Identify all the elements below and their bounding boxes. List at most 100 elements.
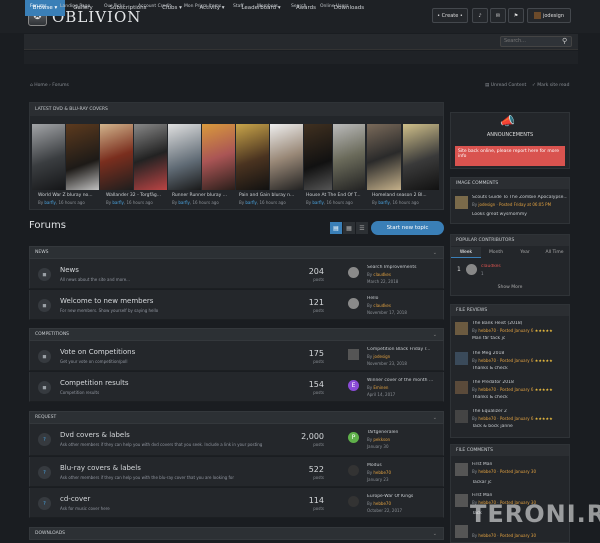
category-header-request[interactable]: REQUEST ⌄ bbox=[29, 411, 444, 424]
breadcrumb-home[interactable]: Home bbox=[34, 83, 47, 88]
file-review-title[interactable]: The Bank Heist (2018) bbox=[472, 321, 522, 326]
subtab-online-users[interactable]: Online Users bbox=[320, 0, 349, 13]
last-post-title[interactable]: Tårtgeneralen bbox=[367, 430, 442, 435]
file-review-title[interactable]: The Meg 2018 bbox=[472, 351, 504, 356]
cover-image[interactable] bbox=[236, 124, 269, 190]
forum-row[interactable]: ◼ Vote on Competitions Get your vote on … bbox=[29, 341, 444, 371]
tab-year[interactable]: Year bbox=[511, 247, 539, 258]
forum-title[interactable]: Blu-ray covers & labels bbox=[60, 464, 141, 472]
file-thumbnail[interactable] bbox=[455, 494, 468, 507]
cover-caption[interactable]: Runner Runner bluray ... bbox=[172, 193, 227, 198]
show-more-link[interactable]: Show More bbox=[450, 285, 570, 290]
tab-week[interactable]: Week bbox=[451, 247, 481, 258]
avatar[interactable] bbox=[348, 465, 359, 476]
cover-image[interactable] bbox=[66, 124, 99, 190]
subtab-forums[interactable]: Forums bbox=[30, 0, 47, 13]
subtab-our-picks[interactable]: Our Picks bbox=[104, 0, 125, 13]
last-post-title[interactable]: Hello bbox=[367, 296, 442, 301]
image-thumbnail[interactable] bbox=[455, 196, 468, 209]
file-thumbnail[interactable] bbox=[455, 525, 468, 538]
list-view-icon[interactable]: ☰ bbox=[356, 222, 368, 234]
start-new-topic-button[interactable]: Start new topic bbox=[371, 221, 444, 235]
file-thumbnail[interactable] bbox=[455, 381, 468, 394]
avatar[interactable] bbox=[348, 496, 359, 507]
last-post-title[interactable]: Search Improvements bbox=[367, 265, 442, 270]
chevron-down-icon[interactable]: ⌄ bbox=[433, 415, 437, 421]
last-post-title[interactable]: Modus bbox=[367, 463, 442, 468]
chevron-down-icon[interactable]: ⌄ bbox=[433, 332, 437, 338]
forum-title[interactable]: Welcome to new members bbox=[60, 297, 153, 305]
cover-image[interactable] bbox=[333, 124, 365, 190]
avatar[interactable] bbox=[348, 267, 359, 278]
forum-row[interactable]: ◼ Competition results Competition result… bbox=[29, 372, 444, 402]
cover-caption[interactable]: House At The End Of T... bbox=[306, 193, 361, 198]
cover-caption[interactable]: Homeland season 2 Bl... bbox=[372, 193, 427, 198]
cover-image[interactable] bbox=[304, 124, 332, 190]
subtab-mon-prism-items[interactable]: Mon Prism Items bbox=[184, 0, 221, 13]
cover-image[interactable] bbox=[32, 124, 65, 190]
file-thumbnail[interactable] bbox=[455, 410, 468, 423]
cover-image[interactable] bbox=[134, 124, 167, 190]
subtab-account-credit[interactable]: Account Credit bbox=[138, 0, 171, 13]
create-button[interactable]: • Create • bbox=[432, 8, 468, 23]
avatar[interactable]: P bbox=[348, 432, 359, 443]
last-post-title[interactable]: Europe-War Of Kings bbox=[367, 494, 442, 499]
subtab-staff[interactable]: Staff bbox=[233, 0, 243, 13]
tab-month[interactable]: Month bbox=[482, 247, 510, 258]
forum-title[interactable]: Competition results bbox=[60, 379, 129, 387]
cover-image[interactable] bbox=[168, 124, 201, 190]
grid-view-icon[interactable]: ▦ bbox=[343, 222, 355, 234]
avatar[interactable] bbox=[466, 264, 477, 275]
cover-image[interactable] bbox=[270, 124, 303, 190]
last-post-title[interactable]: Winner cover of the month ... bbox=[367, 378, 442, 383]
forum-title[interactable]: cd-cover bbox=[60, 495, 90, 503]
reports-flag-icon[interactable]: ⚑ bbox=[508, 8, 524, 23]
forum-row[interactable]: ? cd-cover Ask for music cover here 114 … bbox=[29, 488, 444, 518]
avatar[interactable] bbox=[348, 298, 359, 309]
tab-all-time[interactable]: All Time bbox=[540, 247, 569, 258]
subtab-landing-page[interactable]: Landing Page bbox=[60, 0, 90, 13]
forum-row[interactable]: ◼ News All news about the site and more.… bbox=[29, 259, 444, 289]
mark-site-read-link[interactable]: ✓ Mark site read bbox=[532, 83, 569, 88]
forum-title[interactable]: Dvd covers & labels bbox=[60, 431, 130, 439]
announcement-alert[interactable]: Site back online, please report here for… bbox=[455, 146, 565, 166]
file-review-title[interactable]: The Predator 2018 bbox=[472, 380, 514, 385]
file-thumbnail[interactable] bbox=[455, 352, 468, 365]
forum-row[interactable]: ? Blu-ray covers & labels Ask other memb… bbox=[29, 457, 444, 487]
category-header-news[interactable]: NEWS ⌄ bbox=[29, 246, 444, 259]
chevron-down-icon[interactable]: ⌄ bbox=[433, 531, 437, 537]
avatar[interactable]: E bbox=[348, 380, 359, 391]
messages-icon[interactable]: ✉ bbox=[490, 8, 506, 23]
chevron-down-icon[interactable]: ⌄ bbox=[433, 250, 437, 256]
cover-image[interactable] bbox=[202, 124, 235, 190]
cover-image[interactable] bbox=[403, 124, 439, 190]
subtab-search[interactable]: Search bbox=[291, 0, 306, 13]
forum-row[interactable]: ◼ Welcome to new members For new members… bbox=[29, 290, 444, 320]
cover-caption[interactable]: Wallander 32 - Torgfäg... bbox=[106, 193, 161, 198]
file-thumbnail[interactable] bbox=[455, 322, 468, 335]
category-header-downloads[interactable]: DOWNLOADS ⌄ bbox=[29, 527, 444, 540]
notifications-bell-icon[interactable]: ♪ bbox=[472, 8, 488, 23]
user-menu[interactable]: jodesign bbox=[527, 8, 571, 23]
subtab-members[interactable]: Members bbox=[257, 0, 278, 13]
search-icon[interactable]: ⚲ bbox=[562, 37, 567, 45]
file-comment-title[interactable]: First Man bbox=[472, 462, 492, 467]
forum-title[interactable]: Vote on Competitions bbox=[60, 348, 135, 356]
table-view-icon[interactable]: ▤ bbox=[330, 222, 342, 234]
forum-row[interactable]: ? Dvd covers & labels Ask other members … bbox=[29, 424, 444, 456]
avatar[interactable] bbox=[348, 349, 359, 360]
forum-title[interactable]: News bbox=[60, 266, 79, 274]
cover-caption[interactable]: World War Z bluray no... bbox=[38, 193, 93, 198]
unread-content-link[interactable]: ▤ Unread Content bbox=[485, 83, 526, 88]
image-comment-title[interactable]: Scouts Guide To The Zombie Apocalypse... bbox=[472, 195, 567, 200]
cover-caption[interactable]: Pain and Gain bluray n... bbox=[239, 193, 294, 198]
last-post-title[interactable]: Competition Black Friday r... bbox=[367, 347, 442, 352]
file-review-text: Thanks & check bbox=[472, 395, 508, 400]
file-comment-title[interactable]: First Man bbox=[472, 493, 492, 498]
cover-image[interactable] bbox=[100, 124, 133, 190]
contributor-name[interactable]: claudkes bbox=[481, 264, 501, 269]
category-header-competitions[interactable]: COMPETITIONS ⌄ bbox=[29, 328, 444, 341]
cover-image[interactable] bbox=[367, 124, 401, 190]
file-thumbnail[interactable] bbox=[455, 463, 468, 476]
file-review-title[interactable]: The Equalizer 2 bbox=[472, 409, 507, 414]
